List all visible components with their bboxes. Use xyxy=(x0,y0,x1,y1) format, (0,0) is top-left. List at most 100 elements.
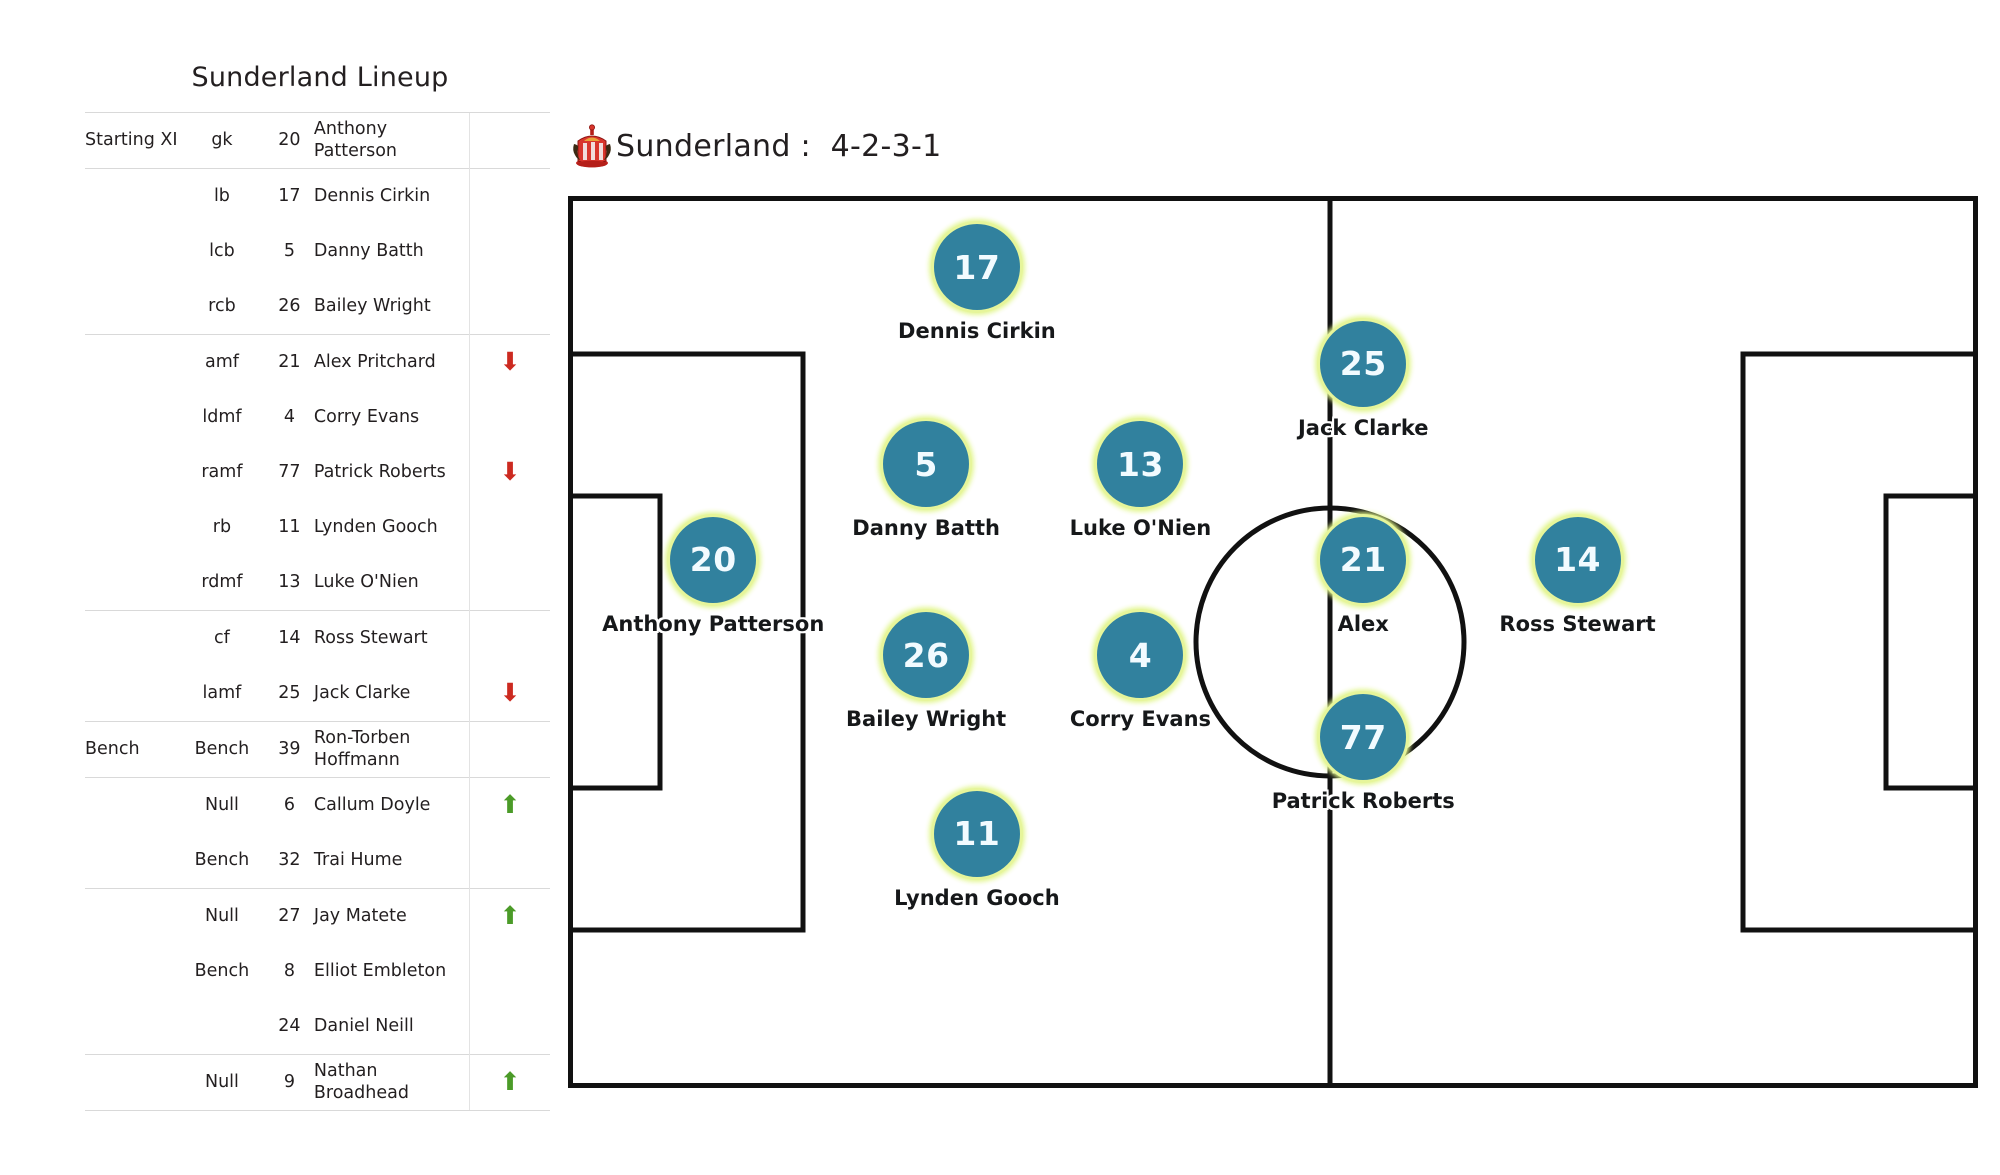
lineup-player-name-cell: Bailey Wright xyxy=(313,295,431,316)
lineup-position-cell: amf xyxy=(179,334,265,390)
lineup-player-name-cell: Lynden Gooch xyxy=(313,516,438,537)
lineup-row: Bench Bench 39 Ron-Torben Hoffmann xyxy=(85,721,550,778)
sub-status-cell xyxy=(469,721,550,778)
sunderland-club-badge-icon xyxy=(568,124,616,172)
sub-status-cell xyxy=(469,112,550,169)
sub-on-cell: ⬆ xyxy=(469,777,550,833)
player-circle: 11 xyxy=(930,787,1023,880)
lineup-player-name-cell: Callum Doyle xyxy=(313,777,470,833)
lineup-number-cell: 8 xyxy=(283,960,295,981)
lineup-number-cell: 5 xyxy=(283,240,295,261)
lineup-player-name-cell: Trai Hume xyxy=(313,849,403,870)
arrow-up-icon: ⬆ xyxy=(499,900,521,930)
lineup-position-cell: lcb xyxy=(209,240,235,261)
lineup-row: rdmf 13 Luke O'Nien xyxy=(85,555,550,611)
player-circle: 14 xyxy=(1531,513,1624,606)
lineup-table-body: Starting XI gk 20 Anthony Patterson lb 17 Denn… xyxy=(85,112,550,1111)
player-name-label: Anthony Patterson xyxy=(602,611,825,636)
right-goal-area xyxy=(1883,493,1976,791)
lineup-number-cell: 14 xyxy=(264,610,314,666)
sub-status-cell xyxy=(469,224,550,279)
player-name-label: Corry Evans xyxy=(1069,707,1212,732)
player-name-label: Ross Stewart xyxy=(1499,611,1656,636)
lineup-number-cell: 26 xyxy=(278,295,301,316)
lineup-player-name-cell: Patrick Roberts xyxy=(313,461,446,482)
lineup-title: Sunderland Lineup xyxy=(191,62,449,93)
sub-off-cell: ⬇ xyxy=(469,334,550,390)
player-shirt-number: 11 xyxy=(953,814,1001,854)
lineup-row: 24 Daniel Neill xyxy=(85,999,550,1055)
lineup-table: Starting XI gk 20 Anthony Patterson lb 17 Denn… xyxy=(85,112,550,1111)
player-shirt-number: 26 xyxy=(902,635,950,675)
lineup-group-cell xyxy=(85,666,179,722)
arrow-up-icon: ⬆ xyxy=(499,789,521,819)
player-shirt-number: 13 xyxy=(1116,444,1164,484)
lineup-position-cell: gk xyxy=(179,112,265,169)
lineup-number-cell: 13 xyxy=(278,571,301,592)
lineup-player-name-cell: Jack Clarke xyxy=(313,682,411,703)
player-shirt-number: 17 xyxy=(953,247,1001,287)
lineup-number-cell: 9 xyxy=(264,1054,314,1111)
lineup-group-cell xyxy=(85,224,179,279)
lineup-position-cell: ldmf xyxy=(202,406,242,427)
lineup-group-cell xyxy=(85,500,179,555)
lineup-row: rcb 26 Bailey Wright xyxy=(85,279,550,335)
lineup-player-name-cell: Daniel Neill xyxy=(313,1015,414,1036)
lineup-group-cell xyxy=(85,833,179,889)
lineup-number-cell: 11 xyxy=(278,516,301,537)
lineup-player-name-cell: Ron-Torben Hoffmann xyxy=(313,721,470,778)
player-circle: 5 xyxy=(880,418,973,511)
left-goal-area xyxy=(570,493,663,791)
lineup-player-name-cell: Corry Evans xyxy=(313,406,420,427)
lineup-group-cell xyxy=(85,944,179,999)
lineup-player-name-cell: Anthony Patterson xyxy=(313,112,470,169)
lineup-position-cell: rdmf xyxy=(201,571,243,592)
player-shirt-number: 5 xyxy=(914,444,938,484)
lineup-row: cf 14 Ross Stewart xyxy=(85,610,550,666)
formation-label: Sunderland : 4-2-3-1 xyxy=(616,129,942,164)
lineup-player-name-cell: Alex Pritchard xyxy=(313,334,470,390)
formation-header: Sunderland : 4-2-3-1 xyxy=(568,122,942,170)
lineup-panel: Sunderland Lineup Starting XI gk 20 Anthony… xyxy=(0,0,560,1175)
player-circle: 20 xyxy=(667,513,760,606)
lineup-group-cell xyxy=(85,610,180,666)
pitch: 17 Dennis Cirkin 25 Jack Clarke 5 Danny Batth… xyxy=(568,196,1978,1088)
player-shirt-number: 77 xyxy=(1339,717,1387,757)
player-name-label: Patrick Roberts xyxy=(1271,789,1455,814)
sub-status-cell xyxy=(469,833,550,889)
sub-on-cell: ⬆ xyxy=(469,888,550,944)
sub-status-cell xyxy=(469,555,550,611)
lineup-number-cell: 25 xyxy=(278,682,301,703)
lineup-position-cell: rcb xyxy=(208,295,236,316)
sub-status-cell xyxy=(469,168,550,224)
arrow-down-icon: ⬇ xyxy=(499,677,521,707)
player-shirt-number: 4 xyxy=(1128,635,1153,675)
lineup-player-name-cell: Luke O'Nien xyxy=(313,571,419,592)
lineup-group-cell xyxy=(85,777,180,833)
player-shirt-number: 20 xyxy=(689,540,737,580)
lineup-row: Null 9 Nathan Broadhead ⬆ xyxy=(85,1054,550,1111)
lineup-group-cell xyxy=(85,168,180,224)
lineup-position-cell: lb xyxy=(179,168,265,224)
arrow-up-icon: ⬆ xyxy=(499,1066,521,1096)
lineup-position-cell: Bench xyxy=(194,849,250,870)
lineup-position-cell: cf xyxy=(179,610,265,666)
player-circle: 25 xyxy=(1317,317,1410,410)
lineup-row: lb 17 Dennis Cirkin xyxy=(85,168,550,224)
lineup-group-cell xyxy=(85,888,180,944)
lineup-number-cell: 17 xyxy=(264,168,314,224)
lineup-row: lamf 25 Jack Clarke ⬇ xyxy=(85,666,550,722)
lineup-group-cell xyxy=(85,999,179,1055)
lineup-number-cell: 20 xyxy=(264,112,314,169)
lineup-number-cell: 21 xyxy=(264,334,314,390)
player-name-label: Dennis Cirkin xyxy=(898,319,1056,344)
lineup-position-cell: ramf xyxy=(201,461,243,482)
lineup-row: Null 6 Callum Doyle ⬆ xyxy=(85,777,550,833)
player-circle: 21 xyxy=(1317,513,1410,606)
lineup-row: lcb 5 Danny Batth xyxy=(85,224,550,279)
header-separator: : xyxy=(790,128,831,164)
lineup-number-cell: 77 xyxy=(278,461,301,482)
sub-off-cell: ⬇ xyxy=(469,666,550,722)
player-name-label: Luke O'Nien xyxy=(1069,516,1212,541)
sub-off-cell: ⬇ xyxy=(469,445,550,500)
